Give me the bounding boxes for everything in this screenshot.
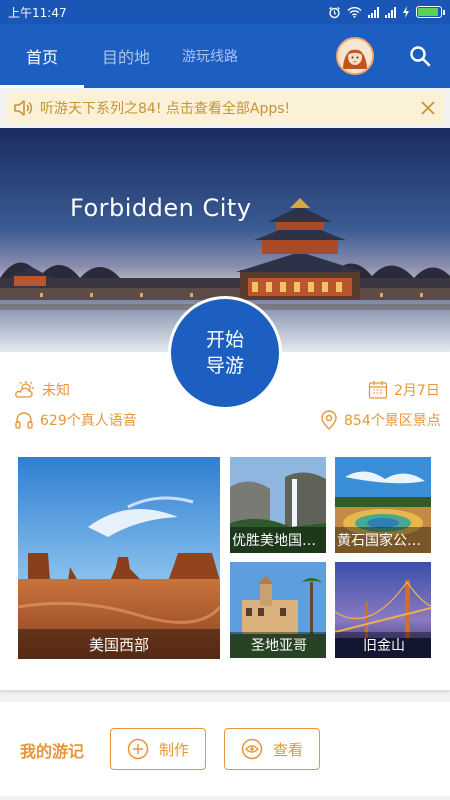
travel-notes-title: 我的游记 xyxy=(20,742,85,761)
eye-icon xyxy=(241,738,263,760)
notice-banner[interactable]: 听游天下系列之84! 点击查看全部Apps! xyxy=(6,92,444,124)
view-notes-label: 查看 xyxy=(272,740,303,759)
create-note-label: 制作 xyxy=(158,740,189,759)
status-bar: 上午11:47 xyxy=(0,0,450,24)
destination-tile-san-francisco[interactable]: 旧金山 xyxy=(335,562,431,658)
create-note-button[interactable]: 制作 xyxy=(110,728,206,770)
calendar-icon xyxy=(368,381,388,399)
destination-tile-yellowstone[interactable]: 黄石国家公… xyxy=(335,457,431,553)
tab-destinations[interactable]: 目的地 xyxy=(84,24,168,88)
destination-tile-san-diego[interactable]: 圣地亚哥 xyxy=(230,562,326,658)
hero-title: Forbidden City xyxy=(70,194,252,222)
date-text: 2月7日 xyxy=(394,383,440,399)
destination-label: 旧金山 xyxy=(335,632,431,658)
start-guide-label-1: 开始 xyxy=(205,329,244,351)
weather-icon xyxy=(15,381,34,398)
location-pin-icon xyxy=(321,410,337,430)
voice-count-text: 629个真人语音 xyxy=(40,413,137,429)
signal-icon xyxy=(368,6,379,18)
search-icon xyxy=(410,46,431,67)
destination-label: 圣地亚哥 xyxy=(230,632,326,658)
notice-text: 听游天下系列之84! 点击查看全部Apps! xyxy=(40,101,291,117)
search-button[interactable] xyxy=(402,38,438,74)
start-guide-button[interactable]: 开始 导游 xyxy=(168,296,282,410)
wifi-icon xyxy=(347,7,362,18)
signal-icon-2 xyxy=(385,6,396,18)
plus-circle-icon xyxy=(127,738,149,760)
destination-tile-yosemite[interactable]: 优胜美地国… xyxy=(230,457,326,553)
charging-icon xyxy=(403,6,409,18)
status-time: 上午11:47 xyxy=(8,5,67,20)
battery-icon xyxy=(416,6,445,18)
avatar-illustration xyxy=(338,39,372,73)
destination-label: 黄石国家公… xyxy=(335,527,431,553)
close-icon[interactable] xyxy=(418,98,438,118)
status-icons xyxy=(328,6,445,19)
weather-text: 未知 xyxy=(42,383,70,399)
voice-count-info: 629个真人语音 xyxy=(14,410,137,430)
weather-info: 未知 xyxy=(14,380,70,400)
view-notes-button[interactable]: 查看 xyxy=(224,728,320,770)
destination-tile-us-west[interactable]: 美国西部 xyxy=(18,457,220,659)
tab-routes[interactable]: 游玩线路 xyxy=(168,24,252,88)
top-navigation: 首页 目的地 游玩线路 xyxy=(0,24,450,88)
spot-count-info: 854个景区景点 xyxy=(320,410,441,430)
headphones-icon xyxy=(15,412,33,429)
destination-label: 优胜美地国… xyxy=(230,527,326,553)
avatar[interactable] xyxy=(336,37,374,75)
travel-notes-bar: 我的游记 制作 查看 xyxy=(0,702,450,796)
tab-home[interactable]: 首页 xyxy=(0,24,84,88)
alarm-icon xyxy=(329,6,340,18)
date-info: 2月7日 xyxy=(368,380,440,400)
spot-count-text: 854个景区景点 xyxy=(344,413,441,429)
start-guide-label-2: 导游 xyxy=(205,355,244,377)
speaker-icon xyxy=(14,100,33,116)
destination-label: 美国西部 xyxy=(18,629,220,659)
